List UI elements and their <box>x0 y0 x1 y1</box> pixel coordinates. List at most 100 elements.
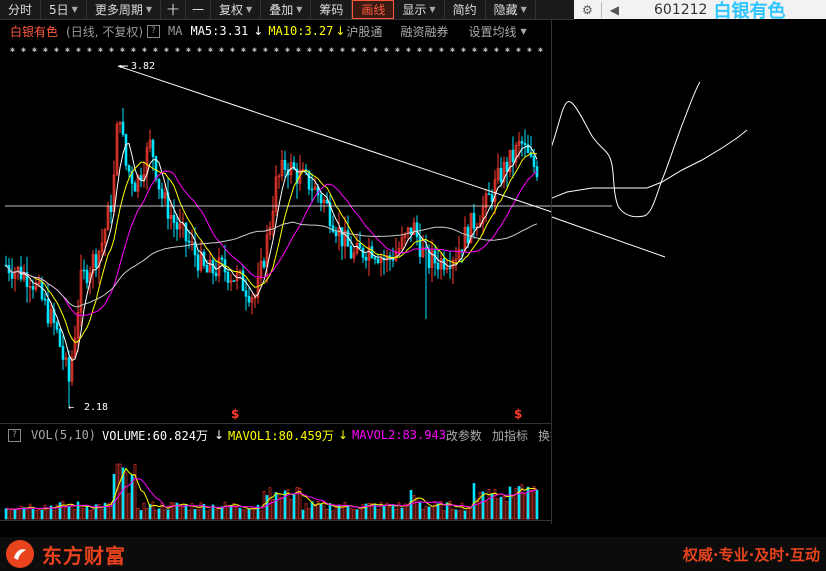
svg-text:✱: ✱ <box>186 45 191 54</box>
s-marker-icon: $ <box>231 407 239 421</box>
chips-button[interactable]: 筹码 <box>311 0 353 19</box>
volume-bar <box>421 508 425 520</box>
candle-body <box>187 240 191 243</box>
volume-bar <box>346 505 350 520</box>
candle-body <box>220 257 224 260</box>
volume-bar <box>391 505 395 520</box>
candle-body <box>85 269 89 284</box>
svg-text:✱: ✱ <box>10 45 15 54</box>
low-price: 2.18 <box>84 402 108 413</box>
tab-more-periods-label: 更多周期 <box>94 3 143 17</box>
settings-icon[interactable]: ⚙ <box>582 3 593 17</box>
tab-5day-label: 5日 <box>49 3 69 17</box>
svg-text:✱: ✱ <box>164 45 169 54</box>
svg-text:✱: ✱ <box>54 45 59 54</box>
volume-bar <box>472 483 476 520</box>
volume-bar <box>442 510 446 520</box>
volume-bar <box>406 503 410 520</box>
period-toolbar: 分时 5日 ▼ 更多周期 ▼ 十 一 复权 ▼ 叠加 ▼ 筹码 画线 显示 ▼ 简约 隐藏… <box>0 0 574 20</box>
candle-body <box>499 168 503 183</box>
tab-intraday-label: 分时 <box>8 3 33 17</box>
volume-bar <box>25 509 29 520</box>
volume-bar <box>394 508 398 520</box>
tab-more-periods[interactable]: 更多周期 ▼ <box>87 0 161 19</box>
volume-bar <box>73 509 77 520</box>
candle-body <box>67 357 71 382</box>
volume-bar <box>169 502 173 520</box>
chevron-down-icon: ▼ <box>429 5 436 14</box>
volume-bar <box>193 509 197 520</box>
candle-body <box>58 329 62 347</box>
kline-chart-area[interactable]: 白银有色 (日线, 不复权) ? MA MA5:3.31 ↓ MA10:3.27… <box>0 20 595 524</box>
candle-body <box>127 165 131 172</box>
volume-bar <box>502 496 506 520</box>
svg-text:✱: ✱ <box>285 45 290 54</box>
svg-text:✱: ✱ <box>43 45 48 54</box>
svg-text:✱: ✱ <box>274 45 279 54</box>
tab-5day[interactable]: 5日 ▼ <box>41 0 87 19</box>
candle-body <box>43 298 47 301</box>
candle-body <box>82 269 86 272</box>
volume-bar <box>124 472 128 520</box>
volume-bar <box>139 510 143 520</box>
volume-bar <box>166 509 170 520</box>
candle-body <box>505 161 509 173</box>
freehand-projection-line[interactable] <box>531 129 748 201</box>
freehand-wave-line[interactable] <box>539 81 701 218</box>
high-annotation: ← 3.82 <box>118 61 155 72</box>
trendline-downtrend[interactable] <box>117 65 552 213</box>
volume-bar <box>133 464 137 520</box>
high-price: 3.82 <box>131 61 155 72</box>
candle-body <box>325 200 329 204</box>
svg-text:✱: ✱ <box>307 45 312 54</box>
volume-bar <box>265 495 269 520</box>
simple-button[interactable]: 简约 <box>445 0 486 19</box>
volume-bar <box>280 497 284 520</box>
volume-bar <box>457 510 461 520</box>
volume-bar <box>70 504 74 520</box>
volume-bar <box>91 509 95 520</box>
svg-text:✱: ✱ <box>109 45 114 54</box>
volume-bar <box>4 508 8 520</box>
volume-bar <box>478 491 482 520</box>
candle-body <box>472 212 476 229</box>
volume-bar <box>328 503 332 520</box>
chevron-down-icon: ▼ <box>145 5 152 14</box>
volume-bar <box>232 503 236 520</box>
svg-text:✱: ✱ <box>527 45 532 54</box>
volume-bar <box>412 495 416 520</box>
volume-bar <box>529 489 533 520</box>
tab-intraday[interactable]: 分时 <box>0 0 42 19</box>
svg-text:✱: ✱ <box>417 45 422 54</box>
chevron-left-icon[interactable]: ◀ <box>610 3 619 17</box>
hide-button[interactable]: 隐藏 ▼ <box>486 0 536 19</box>
svg-text:✱: ✱ <box>373 45 378 54</box>
adjust-label: 复权 <box>219 3 244 17</box>
volume-bar <box>196 509 200 520</box>
candle-body <box>157 178 161 190</box>
volume-bar <box>289 499 293 520</box>
volume-bar <box>61 501 65 520</box>
volume-bar <box>496 498 500 520</box>
volume-bar <box>22 507 26 520</box>
adjust-button[interactable]: 复权 ▼ <box>211 0 262 19</box>
candle-body <box>409 227 413 235</box>
zoom-out-button[interactable]: 一 <box>186 0 212 19</box>
candle-body <box>232 280 236 282</box>
candle-body <box>121 121 125 135</box>
svg-text:✱: ✱ <box>153 45 158 54</box>
volume-bar <box>127 493 131 520</box>
candle-body <box>334 231 338 237</box>
display-button[interactable]: 显示 ▼ <box>394 0 445 19</box>
draw-line-button[interactable]: 画线 <box>352 0 395 19</box>
zoom-in-button[interactable]: 十 <box>161 0 186 19</box>
trendline-extension <box>531 209 666 258</box>
candle-body <box>283 159 287 170</box>
svg-text:✱: ✱ <box>318 45 323 54</box>
volume-bar <box>253 507 257 520</box>
candle-body <box>40 281 44 300</box>
overlay-button[interactable]: 叠加 ▼ <box>261 0 312 19</box>
volume-bar <box>154 509 158 520</box>
candle-body <box>211 259 215 274</box>
drawing-overlay-panel[interactable] <box>531 20 826 537</box>
